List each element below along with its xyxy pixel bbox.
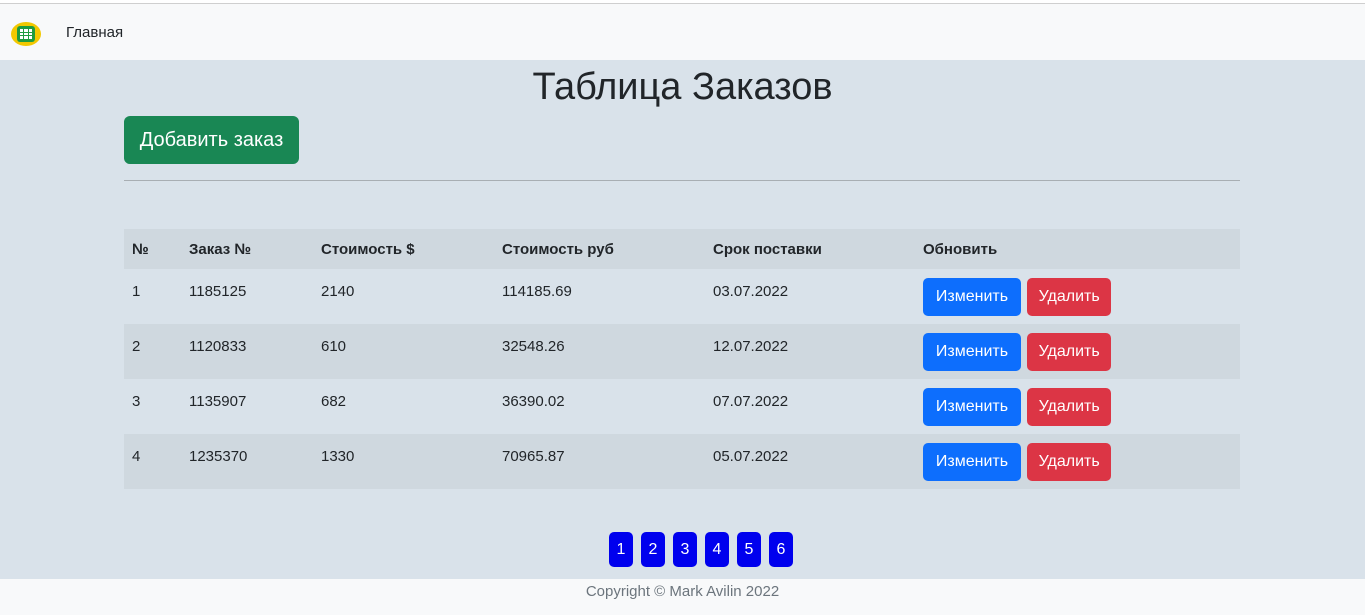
cell-order: 1235370 (181, 434, 313, 489)
copyright-text: Copyright © Mark Avilin 2022 (585, 583, 780, 600)
cell-delivery-date: 07.07.2022 (705, 379, 915, 434)
cell-order: 1120833 (181, 324, 313, 379)
cell-actions: Изменить Удалить (915, 434, 1240, 489)
cell-cost-usd: 1330 (313, 434, 494, 489)
orders-table: № Заказ № Стоимость $ Стоимость руб Срок… (124, 229, 1240, 489)
cell-number: 2 (124, 324, 181, 379)
edit-button[interactable]: Изменить (923, 443, 1021, 481)
cell-number: 1 (124, 269, 181, 324)
edit-button[interactable]: Изменить (923, 278, 1021, 316)
delete-button[interactable]: Удалить (1027, 278, 1112, 316)
footer: Copyright © Mark Avilin 2022 (0, 579, 1365, 615)
column-header-update: Обновить (915, 229, 1240, 269)
page-button-6[interactable]: 6 (769, 532, 793, 567)
edit-button[interactable]: Изменить (923, 388, 1021, 426)
cell-cost-usd: 2140 (313, 269, 494, 324)
cell-number: 3 (124, 379, 181, 434)
cell-cost-rub: 114185.69 (494, 269, 705, 324)
spreadsheet-icon[interactable] (11, 22, 41, 46)
cell-cost-rub: 32548.26 (494, 324, 705, 379)
cell-cost-rub: 36390.02 (494, 379, 705, 434)
table-row: 4 1235370 1330 70965.87 05.07.2022 Измен… (124, 434, 1240, 489)
cell-actions: Изменить Удалить (915, 324, 1240, 379)
nav-home-link[interactable]: Главная (66, 23, 123, 43)
cell-actions: Изменить Удалить (915, 269, 1240, 324)
page-button-4[interactable]: 4 (705, 532, 729, 567)
delete-button[interactable]: Удалить (1027, 443, 1112, 481)
column-header-delivery-date: Срок поставки (705, 229, 915, 269)
column-header-number: № (124, 229, 181, 269)
navbar: Главная (0, 4, 1365, 60)
cell-delivery-date: 03.07.2022 (705, 269, 915, 324)
delete-button[interactable]: Удалить (1027, 333, 1112, 371)
cell-cost-rub: 70965.87 (494, 434, 705, 489)
page-button-5[interactable]: 5 (737, 532, 761, 567)
column-header-order: Заказ № (181, 229, 313, 269)
column-header-cost-rub: Стоимость руб (494, 229, 705, 269)
cell-number: 4 (124, 434, 181, 489)
pagination: 1 2 3 4 5 6 (609, 532, 793, 567)
cell-cost-usd: 610 (313, 324, 494, 379)
page-button-1[interactable]: 1 (609, 532, 633, 567)
table-row: 3 1135907 682 36390.02 07.07.2022 Измени… (124, 379, 1240, 434)
page-button-2[interactable]: 2 (641, 532, 665, 567)
table-row: 2 1120833 610 32548.26 12.07.2022 Измени… (124, 324, 1240, 379)
cell-cost-usd: 682 (313, 379, 494, 434)
page-title: Таблица Заказов (532, 66, 833, 108)
cell-delivery-date: 12.07.2022 (705, 324, 915, 379)
cell-order: 1135907 (181, 379, 313, 434)
delete-button[interactable]: Удалить (1027, 388, 1112, 426)
cell-actions: Изменить Удалить (915, 379, 1240, 434)
column-header-cost-usd: Стоимость $ (313, 229, 494, 269)
cell-delivery-date: 05.07.2022 (705, 434, 915, 489)
table-header-row: № Заказ № Стоимость $ Стоимость руб Срок… (124, 229, 1240, 269)
edit-button[interactable]: Изменить (923, 333, 1021, 371)
cell-order: 1185125 (181, 269, 313, 324)
page-button-3[interactable]: 3 (673, 532, 697, 567)
table-row: 1 1185125 2140 114185.69 03.07.2022 Изме… (124, 269, 1240, 324)
add-order-button[interactable]: Добавить заказ (124, 116, 299, 164)
divider (124, 180, 1240, 181)
